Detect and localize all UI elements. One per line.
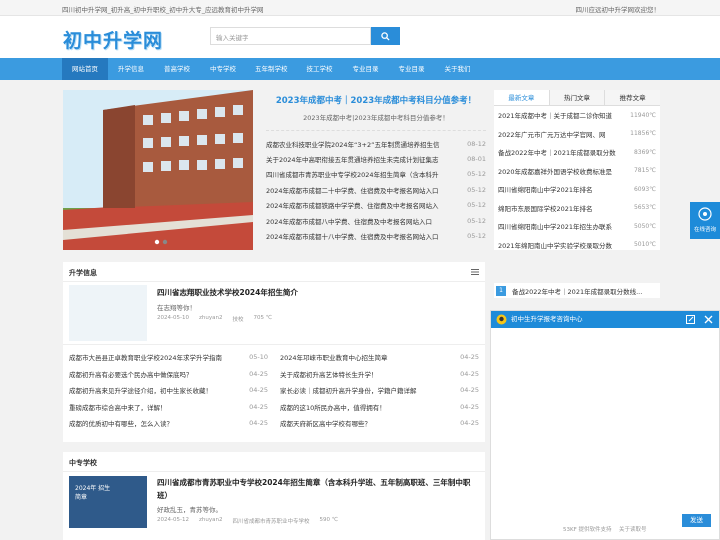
nav-news[interactable]: 升学信息: [108, 58, 154, 80]
list-item[interactable]: 1 备战2022年中考｜2021年成都录取分数线...: [494, 283, 660, 298]
featured-article: 四川省志翔职业技术学校2024年招生简介 在志翔等你！ 2024-05-10 z…: [63, 282, 485, 344]
article-desc: 好政乱玉，青苏等你。: [157, 506, 222, 514]
welcome-text: 四川应远初中升学网欢迎您！: [575, 6, 661, 14]
list-item[interactable]: 2021年绵阳南山中学实验学校录取分数 5010℃: [494, 236, 660, 255]
list-item[interactable]: 关于成都初升高艺体特长生升学！ 04-25: [280, 366, 479, 383]
list-item[interactable]: 四川省成都市青苏职业中专学校2024年招生简章（含本科升 05-12: [266, 167, 486, 182]
views-text: 590 ℃: [319, 517, 338, 523]
nav-about[interactable]: 关于我们: [435, 58, 481, 80]
list-item[interactable]: 绵阳市东辰国际学校2021年排名 5653℃: [494, 199, 660, 218]
nav-secondary[interactable]: 中专学校: [200, 58, 246, 80]
nav-five-year[interactable]: 五年制学校: [246, 58, 297, 80]
tag-text[interactable]: 技校: [232, 315, 243, 323]
chat-icon: [698, 207, 712, 221]
section-title: 中专学校: [69, 459, 97, 467]
article-title[interactable]: 四川省志翔职业技术学校2024年招生简介: [157, 287, 298, 298]
list-item[interactable]: 四川省绵阳南山中学2021年排名 6093℃: [494, 180, 660, 199]
chat-avatar-icon: [496, 314, 507, 325]
list-item[interactable]: 2024年成都市成都二十中学费、住宿费及中考报名网站入口 05-12: [266, 182, 486, 197]
chat-title: 初中生升学报考咨询中心: [511, 315, 583, 323]
tag-text[interactable]: 四川省成都市青苏职业中专学校: [232, 517, 309, 525]
rank-badge: 1: [496, 285, 506, 296]
nav-technical[interactable]: 技工学校: [297, 58, 343, 80]
search-button[interactable]: [371, 27, 400, 45]
close-icon[interactable]: [704, 315, 713, 324]
article-thumbnail[interactable]: [69, 285, 147, 341]
headline-title[interactable]: 2023年成都中考｜2023年成都中考科目分值参考！: [266, 94, 486, 106]
list-item[interactable]: 重磅成都市综合高中来了，详解！ 04-25: [69, 399, 268, 416]
list-item[interactable]: 家长必读｜成都初升高升学身份，学籍户籍详解 04-25: [280, 382, 479, 399]
list-item[interactable]: 2021年成都中考｜关于成都二诊你知道 11940℃: [494, 106, 660, 125]
tab-hot[interactable]: 热门文章: [548, 90, 605, 105]
headline-subtitle: 2023年成都中考|2023年成都中考科目分值参考！: [266, 112, 486, 131]
list-item[interactable]: 2024年成都市成都八中学费、住宿费及中考报名网站入口 05-12: [266, 213, 486, 228]
article-meta: 2024-05-12 zhuyan2 四川省成都市青苏职业中专学校 590 ℃: [157, 517, 338, 525]
nav-majors-2[interactable]: 专业目录: [389, 58, 435, 80]
date-text: 2024-05-12: [157, 517, 189, 523]
section-title: 升学信息: [69, 269, 97, 277]
section-secondary: 中专学校 2024年 招生简章 四川省成都市青苏职业中专学校2024年招生简章（…: [63, 452, 485, 540]
list-item[interactable]: 2024年成都市成都十八中学费、住宿费及中考报名网站入口 05-12: [266, 228, 486, 243]
nav-high-school[interactable]: 普高学校: [154, 58, 200, 80]
views-text: 705 ℃: [253, 315, 272, 321]
headline-news: 2023年成都中考｜2023年成都中考科目分值参考！ 2023年成都中考|202…: [266, 90, 486, 244]
site-slogan: 四川初中升学网_初升高_初中升职校_初中升大专_应远教育初中升学网: [62, 6, 264, 14]
article-thumbnail[interactable]: 2024年 招生简章: [69, 476, 147, 528]
chat-header[interactable]: 初中生升学报考咨询中心: [491, 311, 719, 328]
list-item[interactable]: 成都初升高来见升学途径介绍，初中生家长收藏！ 04-25: [69, 382, 268, 399]
chat-window: 初中生升学报考咨询中心 发送 53KF 提供软件支持 关于读取号: [490, 310, 720, 540]
chat-footer: 53KF 提供软件支持 关于读取号: [491, 517, 719, 539]
top-bar: 四川初中升学网_初升高_初中升职校_初中升大专_应远教育初中升学网 四川应远初中…: [0, 0, 720, 16]
menu-icon[interactable]: [471, 268, 479, 276]
nav-home[interactable]: 网站首页: [62, 58, 108, 80]
support-text: 53KF 提供软件支持: [563, 527, 612, 533]
banner-slideshow[interactable]: [63, 90, 253, 250]
tab-recommended[interactable]: 推荐文章: [604, 90, 661, 105]
author-text: zhuyan2: [198, 315, 223, 321]
list-item[interactable]: 2022年广元市广元万达中学官网、网 11856℃: [494, 125, 660, 144]
list-item[interactable]: 关于2024年中高职衔接五年贯通培养招生未完成计划征集志 08-01: [266, 151, 486, 166]
list-item[interactable]: 成都的这10所民办高中，值得拥有！ 04-25: [280, 399, 479, 416]
thumbnail-text: 2024年 招生简章: [75, 485, 111, 501]
list-item[interactable]: 成都天府新区高中学校有哪些？ 04-25: [280, 415, 479, 432]
footer-link[interactable]: 关于读取号: [619, 525, 647, 533]
tab-latest[interactable]: 最新文章: [494, 90, 549, 105]
author-text: zhuyan2: [198, 517, 223, 523]
list-item[interactable]: 2024年邛崃市职业教育中心招生简章 04-25: [280, 349, 479, 366]
header: 初中升学网 输入关键字: [0, 16, 720, 58]
maximize-icon[interactable]: [686, 315, 695, 324]
article-tabs: 最新文章 热门文章 推荐文章 2021年成都中考｜关于成都二诊你知道 11940℃…: [494, 90, 661, 250]
list-item[interactable]: 备战2022年中考｜2021年成都录取分数 8369℃: [494, 143, 660, 162]
featured-article: 2024年 招生简章 四川省成都市青苏职业中专学校2024年招生简章（含本科升学…: [63, 472, 485, 534]
headline-list: 成都农业科技职业学院2024年“3+2”五年制贯通培养招生信 08-12 关于20…: [266, 136, 486, 244]
search-icon: [381, 31, 390, 41]
site-logo[interactable]: 初中升学网: [63, 26, 163, 53]
search-input[interactable]: 输入关键字: [210, 27, 371, 45]
list-item[interactable]: 2024年成都市成都铁路中学学费、住宿费及中考报名网站入 05-12: [266, 198, 486, 213]
article-meta: 2024-05-10 zhuyan2 技校 705 ℃: [157, 315, 272, 323]
campus-image: [63, 90, 253, 250]
list-item[interactable]: 成都初升高有必要选个民办高中做保底吗？ 04-25: [69, 366, 268, 383]
section-news: 升学信息 四川省志翔职业技术学校2024年招生简介 在志翔等你！ 2024-05…: [63, 262, 485, 442]
list-item[interactable]: 成都的优质初中有哪些，怎么入读？ 04-25: [69, 415, 268, 432]
date-text: 2024-05-10: [157, 315, 189, 321]
ranking-list: 1 备战2022年中考｜2021年成都录取分数线...: [494, 283, 660, 298]
list-item[interactable]: 成都市大邑县正卓教育职业学校2024年求学升学指南 05-10: [69, 349, 268, 366]
article-desc: 在志翔等你！: [157, 304, 196, 312]
main-nav: 网站首页 升学信息 普高学校 中专学校 五年制学校 技工学校 专业目录 专业目录…: [0, 58, 720, 80]
article-title[interactable]: 四川省成都市青苏职业中专学校2024年招生简章（含本科升学班、五年制高职班、三年…: [157, 476, 479, 502]
consult-label: 在线咨询: [693, 227, 716, 233]
list-item[interactable]: 四川省绵阳南山中学2021年招生办联系 5050℃: [494, 217, 660, 236]
list-item[interactable]: 2020年成都嘉祥外国语学校收费标准是 7815℃: [494, 162, 660, 181]
online-consult-button[interactable]: 在线咨询: [690, 202, 720, 239]
nav-majors[interactable]: 专业目录: [343, 58, 389, 80]
list-item[interactable]: 成都农业科技职业学院2024年“3+2”五年制贯通培养招生信 08-12: [266, 136, 486, 151]
